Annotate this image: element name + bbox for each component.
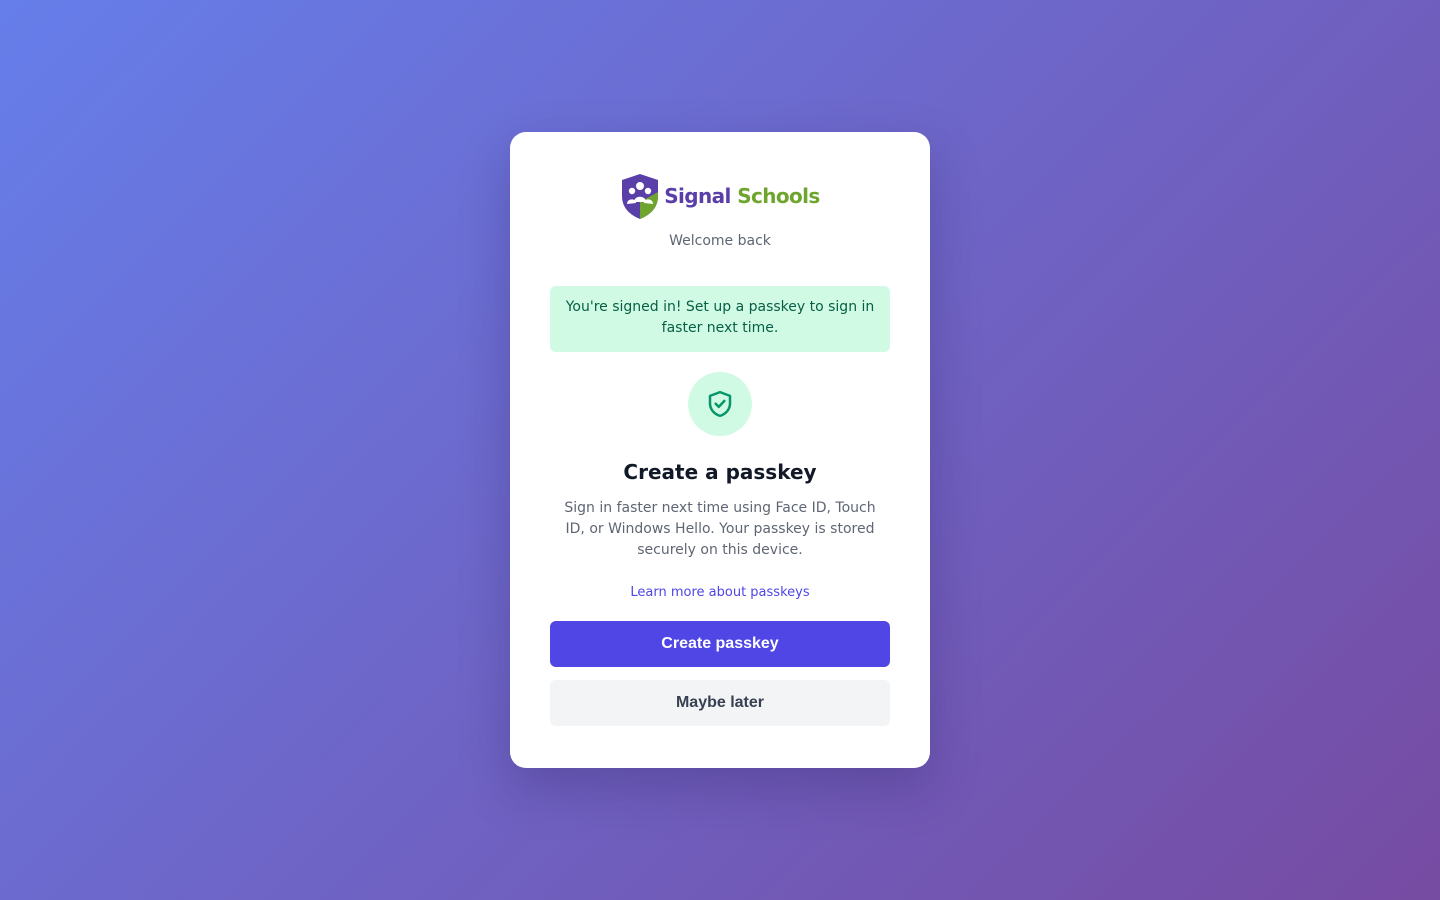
success-alert: You're signed in! Set up a passkey to si… xyxy=(550,286,890,352)
brand-logo: Signal Schools xyxy=(550,172,890,220)
maybe-later-button[interactable]: Maybe later xyxy=(550,680,890,726)
passkey-card: Signal Schools Welcome back You're signe… xyxy=(510,132,930,768)
brand-name-part2: Schools xyxy=(737,184,820,208)
passkey-description: Sign in faster next time using Face ID, … xyxy=(564,500,876,558)
welcome-subtitle: Welcome back xyxy=(669,233,771,249)
shield-badge xyxy=(688,372,752,436)
create-passkey-button[interactable]: Create passkey xyxy=(550,621,890,667)
shield-people-logo-icon xyxy=(622,174,659,219)
brand-name-part1: Signal xyxy=(664,184,731,208)
shield-check-icon xyxy=(708,390,732,418)
learn-more-link[interactable]: Learn more about passkeys xyxy=(550,585,890,605)
page-title: Create a passkey xyxy=(623,460,817,484)
brand-name: Signal Schools xyxy=(664,184,820,208)
